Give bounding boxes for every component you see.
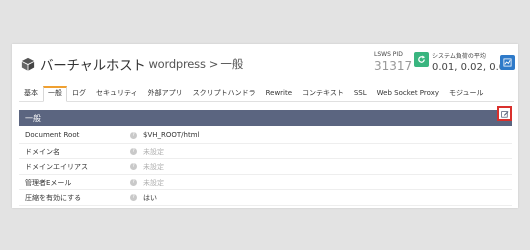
- tab-modules[interactable]: モジュール: [444, 88, 489, 101]
- row-value: 未設定: [143, 147, 164, 156]
- row-value: 未設定: [143, 163, 164, 172]
- reload-icon: [418, 55, 426, 63]
- title-main: バーチャルホスト: [40, 58, 146, 74]
- tab-external-apps[interactable]: 外部アプリ: [143, 88, 188, 101]
- help-icon[interactable]: ?: [130, 147, 137, 155]
- help-icon[interactable]: ?: [130, 194, 137, 202]
- chart-icon: [503, 58, 512, 67]
- help-icon[interactable]: ?: [130, 163, 137, 171]
- pid-info: LSWS PID 31317: [374, 51, 412, 73]
- tab-context[interactable]: コンテキスト: [297, 88, 349, 101]
- help-icon[interactable]: ?: [130, 178, 137, 186]
- table-row: ドメイン名 ? 未設定: [19, 144, 512, 160]
- tab-rewrite[interactable]: Rewrite: [261, 88, 297, 101]
- tab-basic[interactable]: 基本: [19, 88, 43, 101]
- section-header: 一般: [19, 110, 512, 126]
- tab-ssl[interactable]: SSL: [349, 88, 372, 101]
- row-value: $VH_ROOT/html: [143, 131, 200, 139]
- row-label: ドメインエイリアス: [25, 163, 88, 172]
- reload-button[interactable]: [414, 52, 429, 67]
- chart-button[interactable]: [500, 55, 515, 70]
- pid-value: 31317: [374, 59, 413, 73]
- breadcrumb-separator: >: [208, 57, 219, 71]
- row-label: 圧縮を有効にする: [25, 194, 82, 203]
- table-row: Document Root ? $VH_ROOT/html: [19, 128, 512, 144]
- tab-script-handler[interactable]: スクリプトハンドラ: [188, 88, 261, 101]
- edit-icon: [500, 110, 508, 118]
- tab-bar: 基本 一般 ログ セキュリティ 外部アプリ スクリプトハンドラ Rewrite …: [19, 86, 514, 102]
- table-row: ドメインエイリアス ? 未設定: [19, 159, 512, 175]
- edit-button[interactable]: [497, 106, 512, 121]
- help-icon[interactable]: ?: [130, 132, 137, 139]
- section-title: 一般: [25, 114, 41, 123]
- row-label: Document Root: [25, 131, 80, 139]
- row-label: 管理者Eメール: [25, 178, 72, 187]
- row-value: 未設定: [143, 178, 164, 187]
- table-row: 管理者Eメール ? 未設定: [19, 175, 512, 191]
- row-label: ドメイン名: [25, 147, 60, 156]
- tab-general[interactable]: 一般: [43, 86, 67, 102]
- main-panel: バーチャルホスト wordpress > 一般 LSWS PID 31317 シ…: [12, 44, 518, 208]
- tab-log[interactable]: ログ: [67, 88, 91, 101]
- table-row: 圧縮を有効にする ? はい: [19, 190, 512, 206]
- vhost-name: wordpress: [148, 57, 206, 71]
- cube-icon: [21, 57, 35, 71]
- breadcrumb-page: 一般: [220, 57, 244, 71]
- page-title: バーチャルホスト wordpress > 一般: [21, 54, 243, 74]
- pid-label: LSWS PID: [374, 51, 403, 58]
- settings-table: Document Root ? $VH_ROOT/html ドメイン名 ? 未設…: [19, 128, 512, 206]
- row-value: はい: [143, 194, 157, 203]
- tab-security[interactable]: セキュリティ: [91, 88, 143, 101]
- tab-web-socket-proxy[interactable]: Web Socket Proxy: [372, 88, 444, 101]
